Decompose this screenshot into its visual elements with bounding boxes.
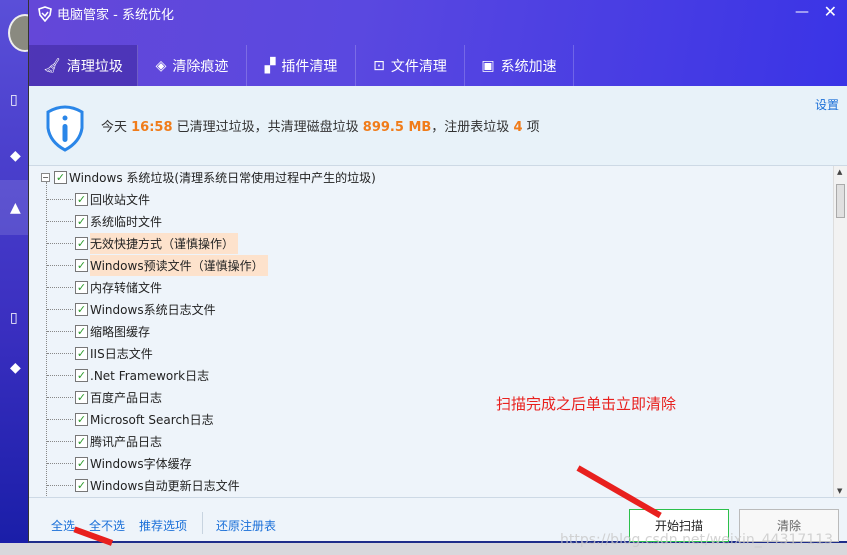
checkbox[interactable]: ✓ <box>75 368 88 382</box>
scroll-up-icon[interactable]: ▲ <box>837 168 842 176</box>
broom-icon: 🧹︎ <box>43 57 61 74</box>
tab-label: 清除痕迹 <box>172 58 229 75</box>
eraser-icon: ◈ <box>155 57 167 74</box>
checkbox[interactable]: ✓ <box>75 456 88 470</box>
tree-item-label: 百度产品日志 <box>90 390 163 405</box>
plugin-icon: ▞ <box>264 57 276 74</box>
tree-item[interactable]: ✓ Windows字体缓存 <box>29 452 834 474</box>
status-part: ，注册表垃圾 <box>431 120 514 135</box>
monitor-icon: ▣ <box>481 57 495 74</box>
tab-label: 系统加速 <box>500 58 557 75</box>
checkbox[interactable]: ✓ <box>75 214 88 228</box>
tree-item[interactable]: ✓ 百度产品日志 <box>29 386 834 408</box>
tree-item[interactable]: ✓ 无效快捷方式（谨慎操作） <box>29 232 834 254</box>
settings-link[interactable]: 设置 <box>815 96 839 113</box>
tree-item-label: Microsoft Search日志 <box>90 412 214 427</box>
status-text: 今天 16:58 已清理过垃圾，共清理磁盘垃圾 899.5 MB，注册表垃圾 4… <box>101 116 540 135</box>
tab-plugin-clean[interactable]: ▞ 插件清理 <box>247 45 356 86</box>
watermark: https://blog.csdn.net/weixin_44317113 <box>560 532 834 548</box>
checkbox[interactable]: ✓ <box>75 412 88 426</box>
tree-item[interactable]: ✓ 回收站文件 <box>29 188 834 210</box>
tab-file-clean[interactable]: ⊡ 文件清理 <box>356 45 465 86</box>
checkbox[interactable]: ✓ <box>75 390 88 404</box>
restore-registry-link[interactable]: 还原注册表 <box>216 517 276 534</box>
window-header: 电脑管家 - 系统优化 — ✕ 🧹︎ 清理垃圾 ◈ 清除痕迹 ▞ 插件清理 ⊡ 文件清理… <box>29 0 847 86</box>
tree-item-label: 无效快捷方式（谨慎操作） <box>90 232 239 254</box>
tree-item[interactable]: ✓ Windows预读文件（谨慎操作） <box>29 254 834 276</box>
tab-label: 文件清理 <box>390 58 447 75</box>
close-button[interactable]: ✕ <box>824 2 837 21</box>
window-title: 电脑管家 - 系统优化 <box>37 4 174 23</box>
tab-bar: 🧹︎ 清理垃圾 ◈ 清除痕迹 ▞ 插件清理 ⊡ 文件清理 ▣ 系统加速 <box>29 45 574 86</box>
last-clean-time: 16:58 <box>131 120 173 135</box>
status-part: 已清理过垃圾，共清理磁盘垃圾 <box>172 120 363 135</box>
checkbox[interactable]: ✓ <box>75 258 88 272</box>
tree-item-label: Windows预读文件（谨慎操作） <box>90 254 268 276</box>
tab-label: 插件清理 <box>281 58 338 75</box>
tree-item-label: 缩略图缓存 <box>90 324 151 339</box>
tree-item-label: Windows系统日志文件 <box>90 302 216 317</box>
tree-item[interactable]: ✓ .Net Framework日志 <box>29 364 834 386</box>
annotation-text: 扫描完成之后单击立即清除 <box>496 395 677 413</box>
cleaned-size: 899.5 MB <box>362 120 432 135</box>
junk-tree: − ✓ Windows 系统垃圾(清理系统日常使用过程中产生的垃圾) ✓ 回收站文件 ✓… <box>29 166 834 497</box>
tab-system-speedup[interactable]: ▣ 系统加速 <box>465 45 574 86</box>
status-part: 项 <box>522 120 540 135</box>
scroll-down-icon[interactable]: ▼ <box>837 487 842 495</box>
sidebar-icon: ▯ <box>10 92 18 108</box>
window-title-text: 电脑管家 - 系统优化 <box>57 8 174 23</box>
tree-item[interactable]: ✓ 腾讯产品日志 <box>29 430 834 452</box>
sidebar-icon: ▲ <box>10 200 21 216</box>
checkbox[interactable]: ✓ <box>54 170 67 184</box>
tree-root-label: Windows 系统垃圾(清理系统日常使用过程中产生的垃圾) <box>69 170 376 185</box>
tree-root[interactable]: − ✓ Windows 系统垃圾(清理系统日常使用过程中产生的垃圾) <box>29 166 834 188</box>
system-optimize-window: 电脑管家 - 系统优化 — ✕ 🧹︎ 清理垃圾 ◈ 清除痕迹 ▞ 插件清理 ⊡ 文件清理… <box>28 0 847 543</box>
select-all-link[interactable]: 全选 <box>51 517 75 534</box>
sidebar-icon: ◆ <box>10 360 21 376</box>
sidebar-icon: ▯ <box>10 310 18 326</box>
tab-label: 清理垃圾 <box>66 58 123 75</box>
tree-item[interactable]: ✓ Windows系统日志文件 <box>29 298 834 320</box>
checkbox[interactable]: ✓ <box>75 302 88 316</box>
scroll-thumb[interactable] <box>836 184 845 218</box>
tree-item-label: 回收站文件 <box>90 192 151 207</box>
tree-item-label: 系统临时文件 <box>90 214 163 229</box>
tree-item[interactable]: ✓ Windows自动更新日志文件 <box>29 474 834 496</box>
sidebar-icon: ◆ <box>10 148 21 164</box>
tree-item-label: 腾讯产品日志 <box>90 434 163 449</box>
checkbox[interactable]: ✓ <box>75 478 88 492</box>
checkbox[interactable]: ✓ <box>75 280 88 294</box>
select-none-link[interactable]: 全不选 <box>89 517 125 534</box>
status-part: 今天 <box>101 120 132 135</box>
background-app: ▯ ◆ ▲ ▯ ◆ <box>0 0 42 543</box>
tree-item[interactable]: ✓ 缩略图缓存 <box>29 320 834 342</box>
tree-item[interactable]: ✓ 系统临时文件 <box>29 210 834 232</box>
tree-item-label: .Net Framework日志 <box>90 368 210 383</box>
scrollbar[interactable]: ▲ ▼ <box>833 166 847 497</box>
collapse-icon[interactable]: − <box>41 172 50 182</box>
status-panel: 今天 16:58 已清理过垃圾，共清理磁盘垃圾 899.5 MB，注册表垃圾 4… <box>29 86 847 166</box>
checkbox[interactable]: ✓ <box>75 434 88 448</box>
recommended-link[interactable]: 推荐选项 <box>139 517 187 534</box>
tree-item-label: Windows字体缓存 <box>90 456 192 471</box>
shield-logo-icon <box>38 5 52 22</box>
tree-item-label: 内存转储文件 <box>90 280 163 295</box>
trash-icon: ⊡ <box>373 57 385 74</box>
checkbox[interactable]: ✓ <box>75 192 88 206</box>
info-shield-icon <box>46 105 84 152</box>
checkbox[interactable]: ✓ <box>75 324 88 338</box>
tree-item-label: Windows自动更新日志文件 <box>90 478 240 493</box>
tree-item[interactable]: ✓ 内存转储文件 <box>29 276 834 298</box>
minimize-button[interactable]: — <box>795 4 809 20</box>
divider <box>202 512 203 534</box>
tab-clear-traces[interactable]: ◈ 清除痕迹 <box>138 45 247 86</box>
tab-clean-junk[interactable]: 🧹︎ 清理垃圾 <box>29 45 138 86</box>
tree-item-label: IIS日志文件 <box>90 346 153 361</box>
checkbox[interactable]: ✓ <box>75 346 88 360</box>
tree-item[interactable]: ✓ Microsoft Search日志 <box>29 408 834 430</box>
checkbox[interactable]: ✓ <box>75 236 88 250</box>
tree-item[interactable]: ✓ IIS日志文件 <box>29 342 834 364</box>
